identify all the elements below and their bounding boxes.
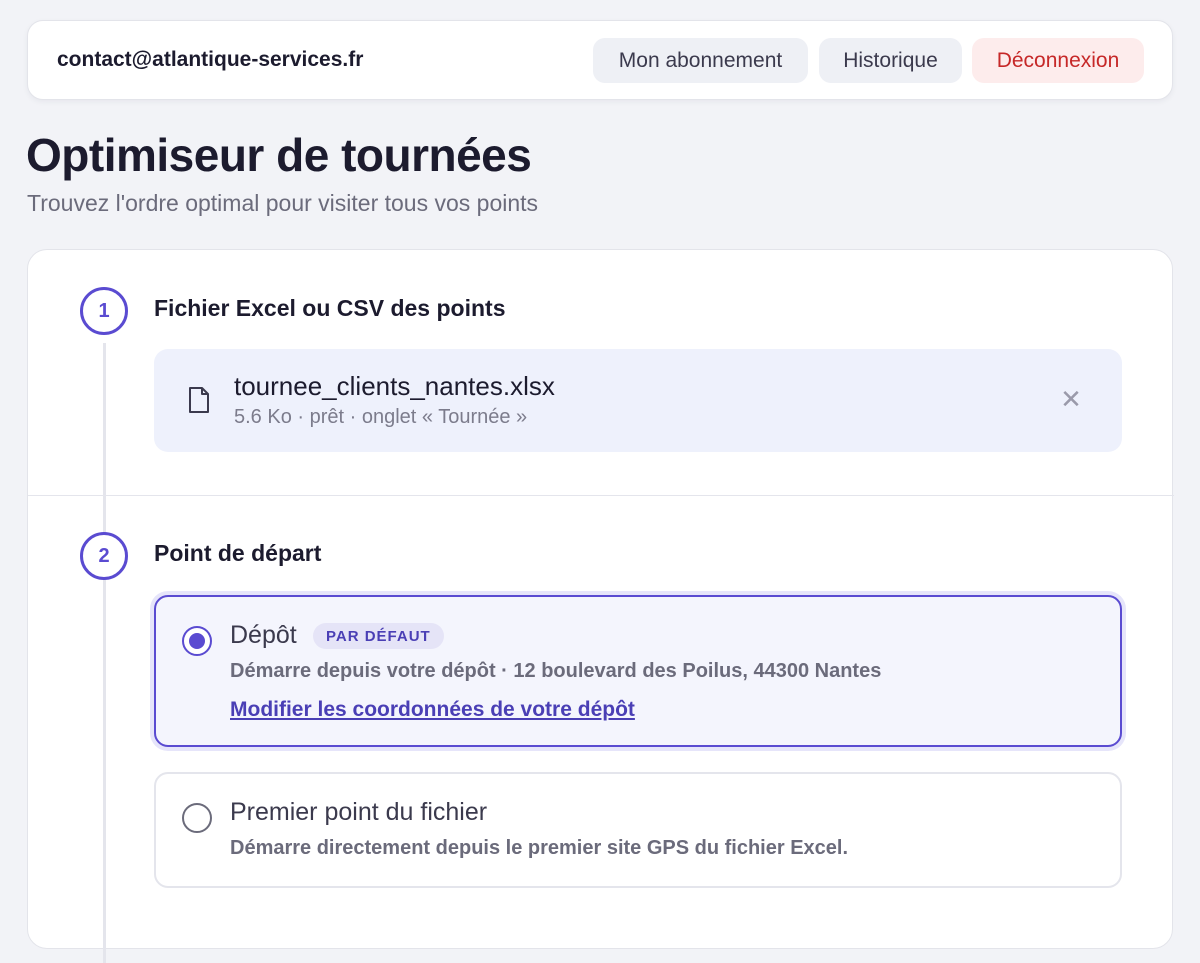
default-badge: PAR DÉFAUT bbox=[313, 623, 444, 649]
uploaded-file: tournee_clients_nantes.xlsx 5.6 Ko · prê… bbox=[154, 349, 1122, 452]
remove-file-icon[interactable]: ✕ bbox=[1057, 385, 1085, 413]
option-title-first-point: Premier point du fichier bbox=[230, 798, 488, 826]
start-option-first-point[interactable]: Premier point du fichier Démarre directe… bbox=[154, 772, 1122, 888]
start-option-depot[interactable]: Dépôt PAR DÉFAUT Démarre depuis votre dé… bbox=[154, 595, 1122, 747]
step-number-1: 1 bbox=[80, 287, 128, 335]
step-number-2: 2 bbox=[80, 532, 128, 580]
steps-timeline bbox=[103, 343, 106, 963]
file-icon bbox=[189, 387, 209, 413]
option-title-depot: Dépôt bbox=[230, 621, 297, 649]
account-email: contact@atlantique-services.fr bbox=[57, 48, 364, 71]
file-meta: 5.6 Ko · prêt · onglet « Tournée » bbox=[234, 406, 528, 428]
edit-depot-link[interactable]: Modifier les coordonnées de votre dépôt bbox=[230, 698, 635, 722]
radio-depot[interactable] bbox=[182, 626, 212, 656]
radio-first-point[interactable] bbox=[182, 803, 212, 833]
section-divider bbox=[28, 495, 1174, 496]
file-name: tournee_clients_nantes.xlsx bbox=[234, 371, 555, 401]
subscription-button[interactable]: Mon abonnement bbox=[593, 38, 808, 83]
option-desc-first-point: Démarre directement depuis le premier si… bbox=[230, 837, 849, 859]
option-desc-depot: Démarre depuis votre dépôt · 12 boulevar… bbox=[230, 660, 882, 682]
route-form-card: 1 Fichier Excel ou CSV des points tourne… bbox=[27, 249, 1174, 963]
history-button[interactable]: Historique bbox=[819, 38, 962, 83]
logout-button[interactable]: Déconnexion bbox=[972, 38, 1144, 83]
top-bar: contact@atlantique-services.fr Mon abonn… bbox=[27, 20, 1173, 100]
page-title: Optimiseur de tournées bbox=[26, 129, 532, 181]
step-title-start-point: Point de départ bbox=[154, 540, 322, 566]
page-subtitle: Trouvez l'ordre optimal pour visiter tou… bbox=[27, 190, 539, 216]
step-title-file: Fichier Excel ou CSV des points bbox=[154, 295, 506, 321]
